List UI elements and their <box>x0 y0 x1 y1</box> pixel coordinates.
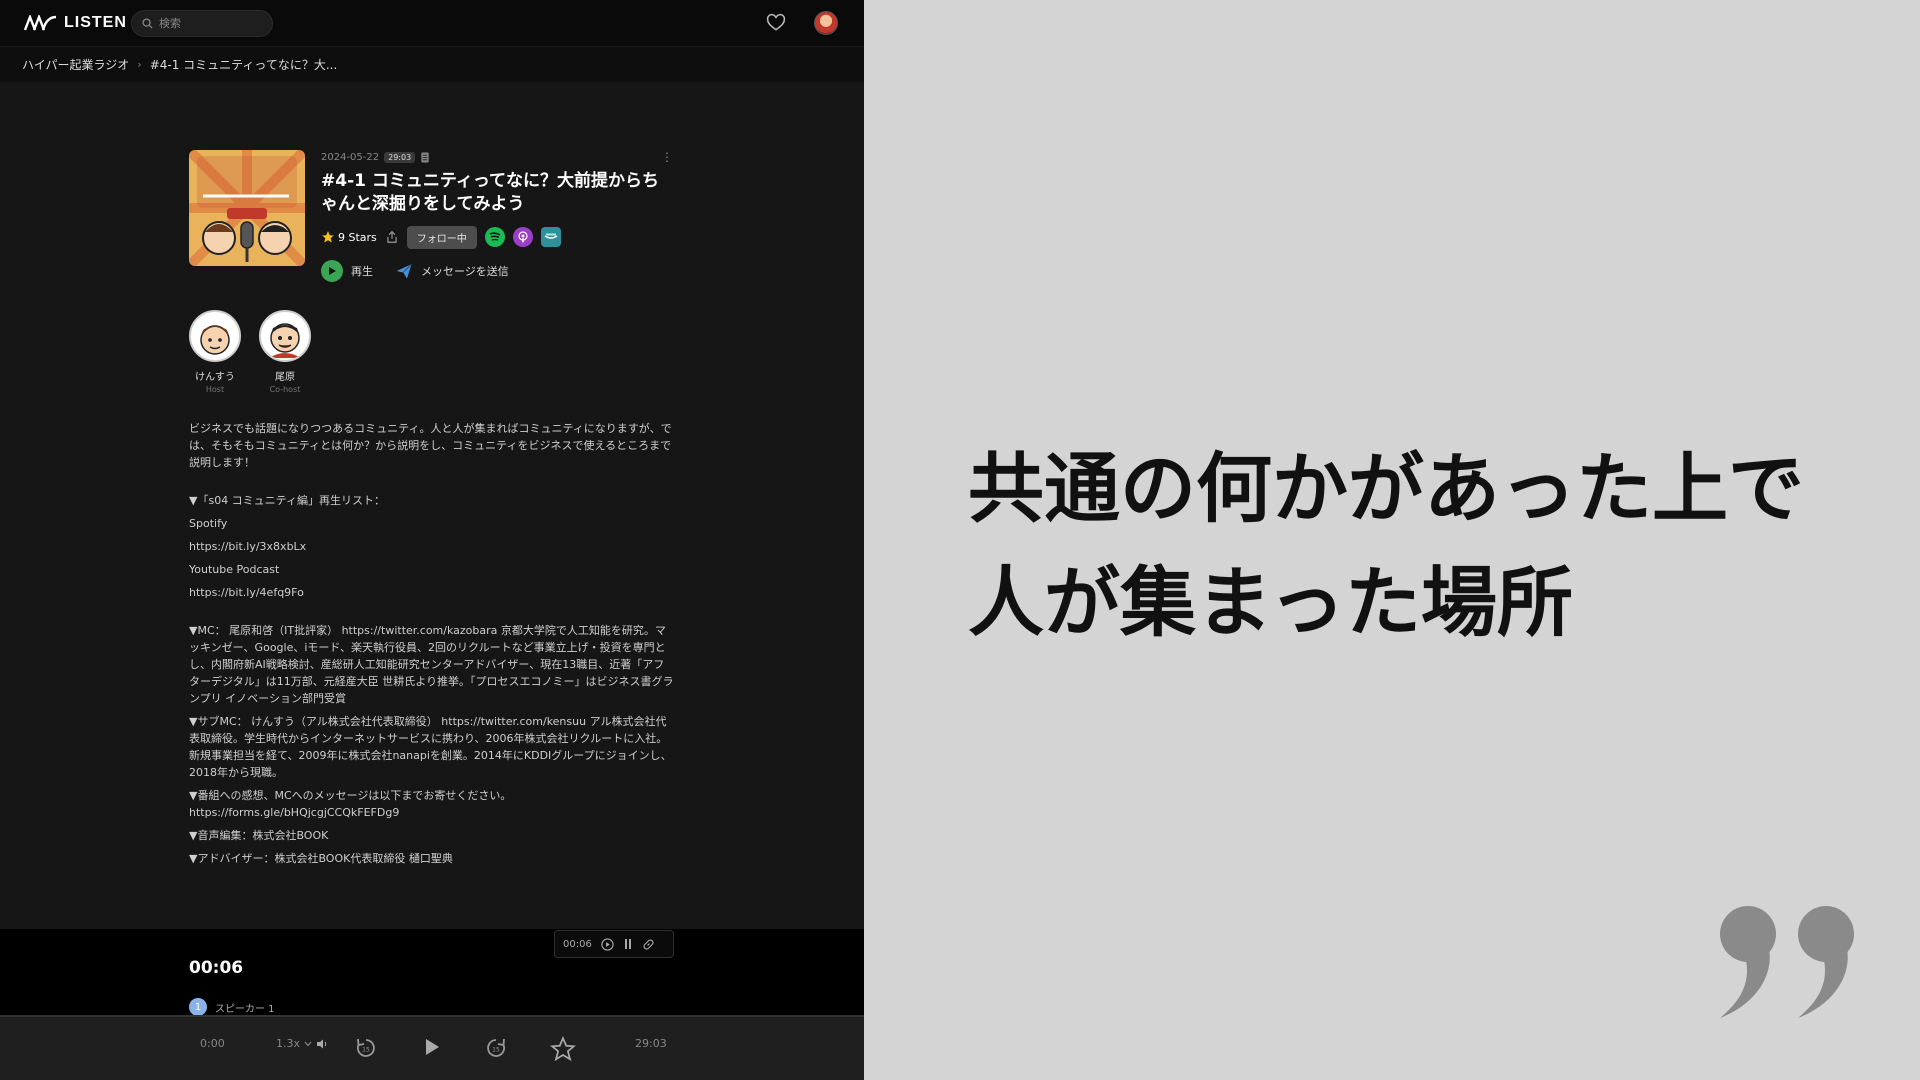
hosts-list: けんすう Host 尾原 Co-host <box>189 310 311 394</box>
heart-icon <box>766 13 786 31</box>
closing-quote-icon <box>1720 906 1854 1018</box>
cover-art <box>189 150 305 266</box>
editing-credit: ▼音声編集：株式会社BOOK <box>189 829 329 842</box>
spotify-icon[interactable] <box>484 227 505 247</box>
host-avatar <box>259 310 311 362</box>
play-icon[interactable] <box>423 1037 441 1057</box>
favorites-button[interactable] <box>766 13 786 33</box>
star-outline-icon[interactable] <box>550 1036 576 1062</box>
meta-row: 2024-05-22 29:03 <box>321 150 675 164</box>
svg-text:15: 15 <box>492 1047 500 1054</box>
search-icon <box>142 18 153 29</box>
more-options-icon[interactable]: ⋮ <box>661 151 673 163</box>
host-role: Host <box>205 385 225 394</box>
document-icon[interactable] <box>420 151 430 163</box>
sub-mc-profile: ▼サブMC： けんすう（アル株式会社代表取締役） https://twitter… <box>189 715 672 779</box>
app-window: LISTEN ハイパー起業ラジオ › #4-1 コミュニティってなに？大... <box>0 0 864 1080</box>
current-time: 0:00 <box>200 1037 225 1050</box>
logo-icon <box>24 15 57 31</box>
advisor-credit: ▼アドバイザー：株式会社BOOK代表取締役 樋口聖典 <box>189 852 453 865</box>
search-input[interactable] <box>159 17 259 30</box>
forward-15-icon[interactable]: 15 <box>484 1036 508 1060</box>
host-item[interactable]: けんすう Host <box>189 310 241 394</box>
transcript-timestamp: 00:06 <box>189 958 244 978</box>
share-icon[interactable] <box>385 230 399 244</box>
app-logo[interactable]: LISTEN <box>24 13 127 33</box>
quote-line-2: 人が集まった場所 <box>968 558 1573 647</box>
breadcrumb-show[interactable]: ハイパー起業ラジオ <box>22 56 129 73</box>
apple-podcasts-icon[interactable] <box>512 227 533 247</box>
playlist-link[interactable]: https://bit.ly/4efq9Fo <box>189 581 675 604</box>
host-role: Co-host <box>269 385 301 394</box>
svg-text:15: 15 <box>362 1047 370 1054</box>
breadcrumb-episode: #4-1 コミュニティってなに？大... <box>149 58 338 72</box>
speaker-name: スピーカー 1 <box>215 1003 275 1015</box>
host-name: 尾原 <box>275 372 295 383</box>
host-item[interactable]: 尾原 Co-host <box>259 310 311 394</box>
feedback-text: ▼番組への感想、MCへのメッセージは以下までお寄せください。 <box>189 789 512 802</box>
send-icon[interactable] <box>395 262 413 280</box>
quote-panel: 共通の何かがあった上で 人が集まった場所 <box>864 0 1920 1080</box>
play-label[interactable]: 再生 <box>351 263 373 279</box>
play-circle-icon[interactable] <box>601 937 614 951</box>
episode-title: #4-1 コミュニティってなに？大前提からちゃんと深掘りをしてみよう <box>321 171 660 214</box>
user-avatar[interactable] <box>814 11 838 35</box>
stars-button[interactable]: 9 Stars <box>321 230 377 244</box>
feedback-link[interactable]: https://forms.gle/bHQjcgjCCQkFEFDg9 <box>189 804 675 821</box>
amazon-music-icon[interactable] <box>540 227 561 247</box>
search-box[interactable] <box>131 10 273 37</box>
host-avatar <box>189 310 241 362</box>
action-row: 9 Stars フォロー中 <box>321 225 675 249</box>
episode-date: 2024-05-22 <box>321 151 380 163</box>
link-icon[interactable] <box>642 938 655 951</box>
playlist-item: Spotify <box>189 517 228 530</box>
playlist-heading: ▼「s04 コミュニティ編」再生リスト： <box>189 494 386 507</box>
description-intro: ビジネスでも話題になりつつあるコミュニティ。人と人が集まればコミュニティになりま… <box>189 422 672 469</box>
playlist-link[interactable]: https://bit.ly/3x8xbLx <box>189 535 675 558</box>
speaker-badge: 1 <box>189 998 207 1016</box>
transcript-panel <box>0 929 864 1015</box>
mc-profile: ▼MC： 尾原和啓（IT批評家） https://twitter.com/kaz… <box>189 624 674 705</box>
star-icon <box>322 231 334 243</box>
episode-cover <box>189 150 305 266</box>
host-name: けんすう <box>195 372 235 383</box>
speaker-label: 1 スピーカー 1 <box>189 998 275 1016</box>
transcript-mini-time: 00:06 <box>563 938 592 950</box>
follow-button[interactable]: フォロー中 <box>406 225 477 249</box>
breadcrumb: ハイパー起業ラジオ › #4-1 コミュニティってなに？大... <box>0 46 864 82</box>
rewind-15-icon[interactable]: 15 <box>354 1036 378 1060</box>
play-button[interactable] <box>321 260 343 282</box>
speed-value: 1.3x <box>276 1037 301 1050</box>
volume-icon[interactable] <box>316 1038 328 1050</box>
speed-control[interactable]: 1.3x <box>276 1037 328 1050</box>
transcript-controls: 00:06 <box>554 930 674 958</box>
chevron-right-icon: › <box>137 58 142 71</box>
play-row: 再生 メッセージを送信 <box>321 260 675 282</box>
episode-meta: 2024-05-22 29:03 ⋮ #4-1 コミュニティってなに？大前提から… <box>321 150 675 282</box>
duration-badge: 29:03 <box>384 151 416 163</box>
chevron-down-icon <box>304 1041 312 1046</box>
top-bar: LISTEN <box>0 0 864 46</box>
total-time: 29:03 <box>635 1037 667 1050</box>
brand-name: LISTEN <box>64 14 127 31</box>
send-message-link[interactable]: メッセージを送信 <box>421 263 509 279</box>
playlist-item: Youtube Podcast <box>189 563 280 576</box>
audio-player: 0:00 1.3x 15 15 29:03 <box>0 1015 864 1080</box>
quote-text: 共通の何かがあった上で 人が集まった場所 <box>968 432 1888 660</box>
play-icon <box>329 267 336 275</box>
stars-count: 9 Stars <box>338 230 377 244</box>
quote-line-1: 共通の何かがあった上で <box>968 444 1804 533</box>
episode-description: ビジネスでも話題になりつつあるコミュニティ。人と人が集まればコミュニティになりま… <box>189 420 675 867</box>
pause-icon[interactable] <box>623 938 633 950</box>
